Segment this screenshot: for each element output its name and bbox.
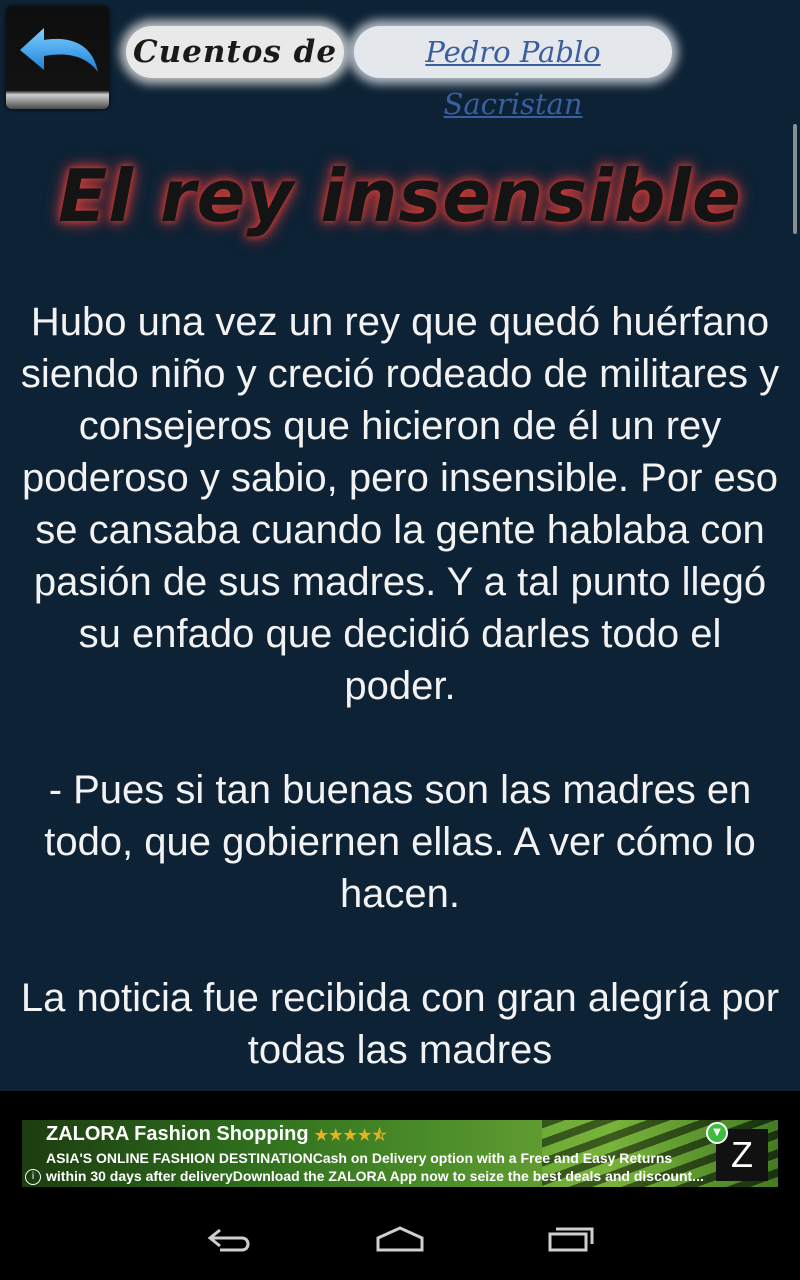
app-header: Cuentos de Pedro Pablo Sacristan [0,0,800,121]
ad-rating-stars: ★★★★⯪ [314,1127,388,1144]
ad-description-line: ASIA'S ONLINE FASHION DESTINATIONCash on… [46,1150,673,1166]
ad-title-row[interactable]: ZALORA Fashion Shopping ★★★★⯪ [46,1121,388,1147]
home-nav-icon[interactable] [374,1220,426,1256]
story-paragraph: - Pues si tan buenas son las madres en t… [44,768,756,916]
recents-nav-icon[interactable] [546,1220,596,1256]
back-button[interactable] [6,6,109,109]
brand-logo: Cuentos de Pedro Pablo Sacristan [126,26,674,121]
ad-description[interactable]: ASIA'S ONLINE FASHION DESTINATIONCash on… [46,1149,706,1185]
back-nav-icon[interactable] [206,1220,254,1256]
download-badge-icon: ▼ [706,1122,728,1144]
story-body: Hubo una vez un rey que quedó huérfano s… [20,296,780,1091]
ad-description-line: within 30 days after deliveryDownload th… [46,1168,704,1184]
story-paragraph: Hubo una vez un rey que quedó huérfano s… [20,300,780,708]
system-navbar [0,1190,800,1280]
author-name: Pedro Pablo Sacristan [354,26,672,121]
story-paragraph: La noticia fue recibida con gran alegría… [20,976,780,1072]
brand-label: Cuentos de [126,26,344,78]
ad-title: ZALORA Fashion Shopping [46,1123,309,1145]
story-title: El rey insensible [58,154,742,238]
back-arrow-icon [20,28,98,72]
info-icon[interactable]: i [25,1169,41,1185]
